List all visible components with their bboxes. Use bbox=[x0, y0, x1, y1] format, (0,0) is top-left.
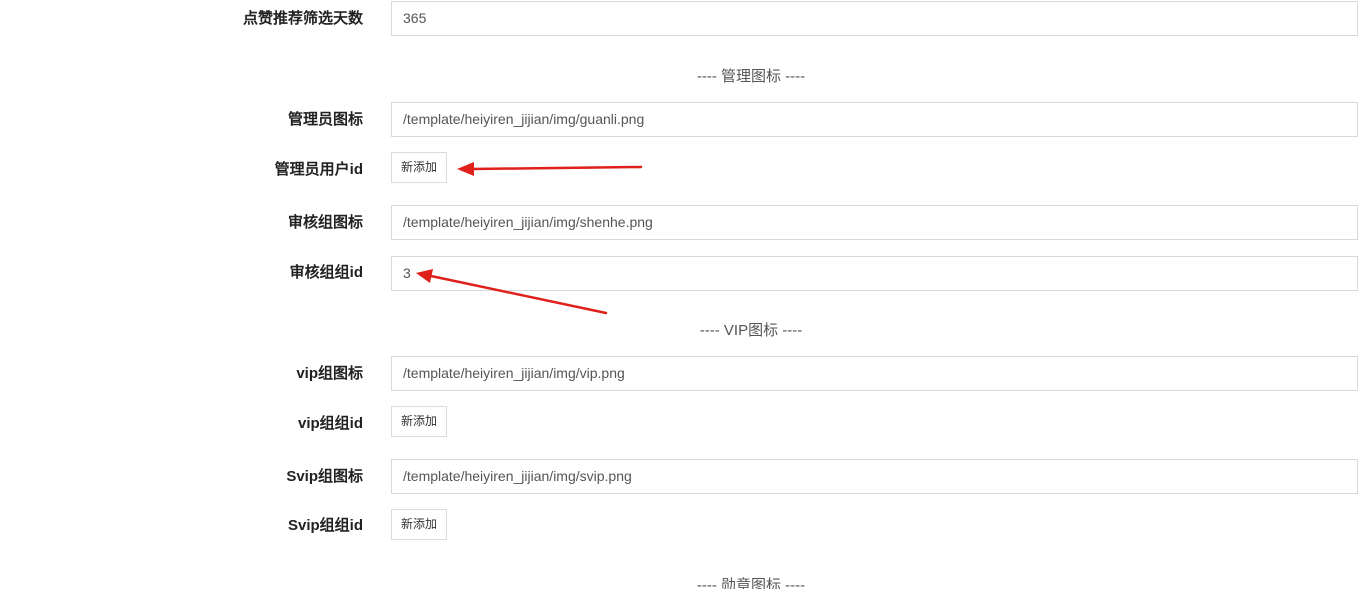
svip-icon-label: Svip组图标 bbox=[286, 468, 363, 485]
vip-gid-label: vip组组id bbox=[297, 415, 363, 432]
admin-uid-add-button[interactable]: 新添加 bbox=[391, 152, 447, 183]
arrow-to-admin-uid bbox=[457, 162, 643, 176]
review-gid-input[interactable]: 3 bbox=[391, 256, 1358, 291]
review-gid-label: 审核组组id bbox=[289, 264, 363, 281]
svip-icon-input[interactable]: /template/heiyiren_jijian/img/svip.png bbox=[391, 459, 1358, 494]
annotation-arrows bbox=[416, 162, 643, 315]
admin-icon-input[interactable]: /template/heiyiren_jijian/img/guanli.png bbox=[391, 102, 1358, 137]
vip-icon-input[interactable]: /template/heiyiren_jijian/img/vip.png bbox=[391, 356, 1358, 391]
review-icon-input[interactable]: /template/heiyiren_jijian/img/shenhe.png bbox=[391, 205, 1358, 240]
vip-gid-add-button[interactable]: 新添加 bbox=[391, 406, 447, 437]
admin-uid-label: 管理员用户id bbox=[274, 161, 363, 178]
review-icon-label: 审核组图标 bbox=[287, 214, 363, 231]
like-days-input[interactable]: 365 bbox=[391, 1, 1358, 36]
section-medal-icons: ---- 勋章图标 ---- bbox=[696, 577, 806, 589]
section-admin-icons: ---- 管理图标 ---- bbox=[696, 68, 806, 85]
svip-gid-add-button[interactable]: 新添加 bbox=[391, 509, 447, 540]
section-vip-icons: ---- VIP图标 ---- bbox=[699, 322, 803, 339]
admin-icon-label: 管理员图标 bbox=[287, 111, 363, 128]
like-days-label: 点赞推荐筛选天数 bbox=[242, 10, 363, 27]
vip-icon-label: vip组图标 bbox=[296, 365, 363, 382]
svip-gid-label: Svip组组id bbox=[287, 517, 363, 534]
settings-form: 点赞推荐筛选天数 365 ---- 管理图标 ---- 管理员图标 /templ… bbox=[0, 0, 1366, 589]
